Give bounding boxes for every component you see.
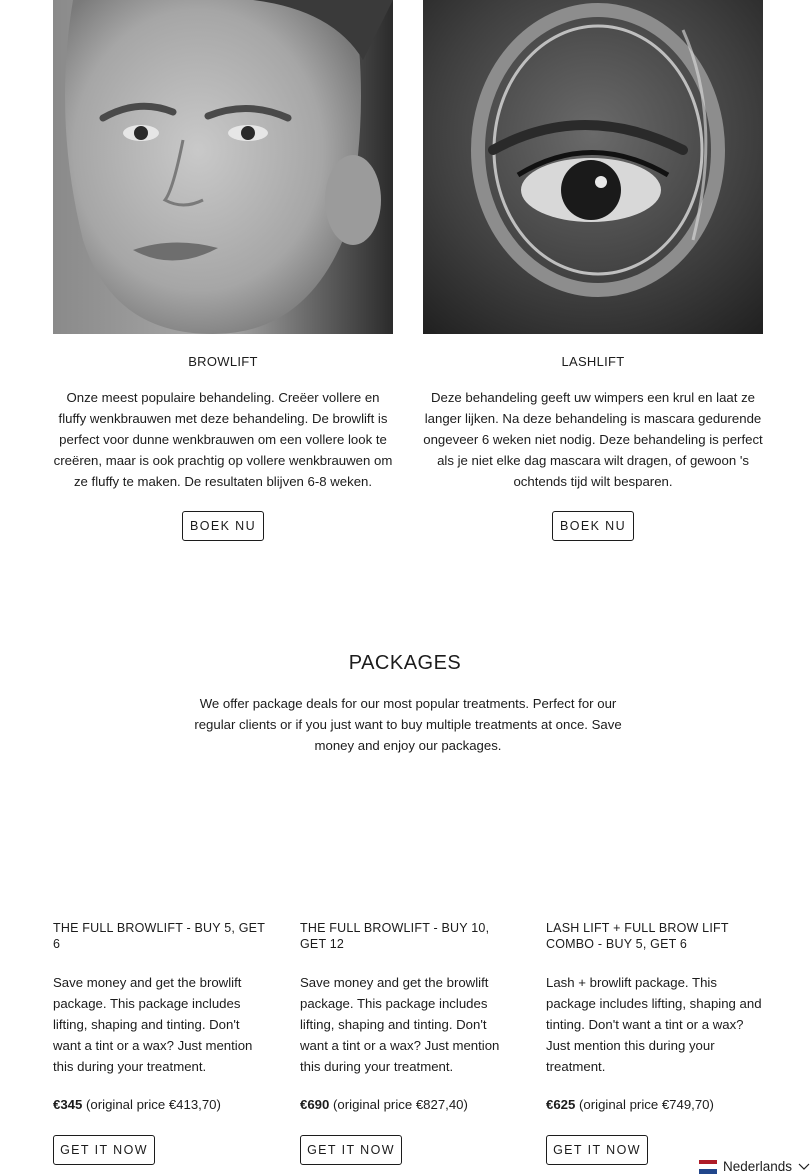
package-original-price: (original price €413,70) [86, 1097, 221, 1112]
package-title: LASH LIFT + FULL BROW LIFT COMBO - BUY 5… [546, 921, 729, 951]
netherlands-flag-icon [699, 1159, 717, 1174]
package-buy-button[interactable]: GET IT NOW [53, 1135, 155, 1165]
package-price-row: €345 (original price €413,70) [53, 1097, 271, 1113]
package-price: €345 [53, 1097, 83, 1112]
packages-intro: We offer package deals for our most popu… [194, 696, 622, 753]
package-card: LASH LIFT + FULL BROW LIFT COMBO - BUY 5… [546, 920, 764, 1113]
package-buy-button[interactable]: GET IT NOW [546, 1135, 648, 1165]
package-title: THE FULL BROWLIFT - BUY 10, GET 12 [300, 921, 490, 951]
package-buy-button[interactable]: GET IT NOW [300, 1135, 402, 1165]
browlift-description: Onze meest populaire behandeling. Creëer… [53, 390, 393, 489]
lashlift-title: LASHLIFT [561, 354, 625, 369]
language-label: Nederlands [723, 1159, 793, 1174]
browlift-book-button[interactable]: BOEK NU [182, 511, 264, 541]
chevron-down-icon [798, 1163, 810, 1170]
package-description: Save money and get the browlift package.… [53, 975, 253, 1074]
package-card: THE FULL BROWLIFT - BUY 10, GET 12 Save … [300, 920, 518, 1113]
lashlift-photo [423, 0, 763, 334]
package-price: €690 [300, 1097, 330, 1112]
package-description: Save money and get the browlift package.… [300, 975, 500, 1074]
lashlift-book-button[interactable]: BOEK NU [552, 511, 634, 541]
flag-stripe-blue [699, 1168, 717, 1174]
package-price-row: €690 (original price €827,40) [300, 1097, 518, 1113]
browlift-photo [53, 0, 393, 334]
package-card: THE FULL BROWLIFT - BUY 5, GET 6 Save mo… [53, 920, 271, 1113]
browlift-title: BROWLIFT [188, 354, 258, 369]
package-original-price: (original price €749,70) [579, 1097, 714, 1112]
lashlift-description: Deze behandeling geeft uw wimpers een kr… [423, 390, 763, 489]
language-selector[interactable]: Nederlands [699, 1157, 810, 1176]
package-description: Lash + browlift package. This package in… [546, 975, 762, 1074]
packages-heading: PACKAGES [348, 652, 462, 674]
package-original-price: (original price €827,40) [333, 1097, 468, 1112]
package-title: THE FULL BROWLIFT - BUY 5, GET 6 [53, 921, 265, 951]
package-price-row: €625 (original price €749,70) [546, 1097, 764, 1113]
package-price: €625 [546, 1097, 576, 1112]
